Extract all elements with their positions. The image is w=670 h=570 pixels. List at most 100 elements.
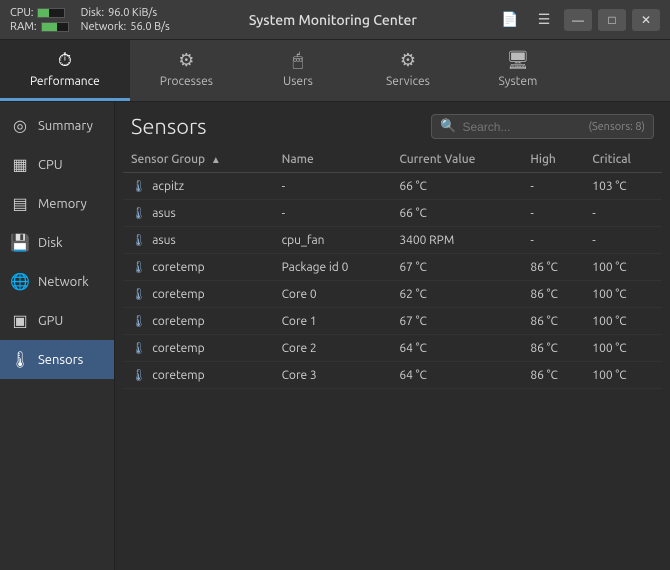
services-tab-icon: ⚙ <box>400 50 416 71</box>
sensor-row-icon: 🌡 <box>131 179 146 193</box>
sidebar-item-disk[interactable]: 💾 Disk <box>0 223 114 262</box>
sidebar-item-summary[interactable]: ◎ Summary <box>0 106 114 145</box>
cell-current: 64 °C <box>391 362 522 389</box>
network-value: 56.0 B/s <box>130 21 169 33</box>
gpu-icon: ▣ <box>10 311 30 330</box>
table-row: 🌡 asus cpu_fan 3400 RPM - - <box>123 227 662 254</box>
performance-tab-icon: ⏱ <box>58 50 72 71</box>
menu-icon-btn[interactable]: ☰ <box>530 9 558 31</box>
processes-tab-label: Processes <box>160 75 213 88</box>
cell-name: - <box>274 173 392 200</box>
table-row: 🌡 acpitz - 66 °C - 103 °C <box>123 173 662 200</box>
cell-group: 🌡 coretemp <box>123 362 274 389</box>
content-header: Sensors 🔍 (Sensors: 8) <box>115 102 670 147</box>
cell-group-name: coretemp <box>152 315 204 328</box>
cell-current: 67 °C <box>391 254 522 281</box>
cell-critical: 100 °C <box>584 362 662 389</box>
table-row: 🌡 coretemp Core 3 64 °C 86 °C 100 °C <box>123 362 662 389</box>
cell-high: 86 °C <box>522 281 584 308</box>
sensor-row-icon: 🌡 <box>131 206 146 220</box>
tab-system[interactable]: 🖥 System <box>463 40 573 101</box>
memory-icon: ▤ <box>10 194 30 213</box>
sidebar-label-summary: Summary <box>38 119 93 133</box>
sidebar-label-network: Network <box>38 275 89 289</box>
file-icon-btn[interactable]: 📄 <box>496 9 524 31</box>
cell-critical: - <box>584 200 662 227</box>
close-button[interactable]: ✕ <box>632 9 660 31</box>
sidebar-item-gpu[interactable]: ▣ GPU <box>0 301 114 340</box>
sidebar-item-network[interactable]: 🌐 Network <box>0 262 114 301</box>
disk-label: Disk: <box>81 7 105 19</box>
table-row: 🌡 coretemp Core 1 67 °C 86 °C 100 °C <box>123 308 662 335</box>
network-label: Network: <box>81 21 127 33</box>
cell-name: Core 3 <box>274 362 392 389</box>
system-tab-label: System <box>499 75 538 88</box>
cell-critical: 100 °C <box>584 308 662 335</box>
users-tab-label: Users <box>283 75 313 88</box>
sensor-row-icon: 🌡 <box>131 368 146 382</box>
disk-icon: 💾 <box>10 233 30 252</box>
cell-current: 66 °C <box>391 200 522 227</box>
col-critical: Critical <box>584 147 662 173</box>
table-header-row: Sensor Group ▲ Name Current Value High C… <box>123 147 662 173</box>
tab-services[interactable]: ⚙ Services <box>353 40 463 101</box>
disk-net-info: Disk: 96.0 KiB/s Network: 56.0 B/s <box>81 7 170 33</box>
maximize-button[interactable]: □ <box>598 9 626 31</box>
processes-tab-icon: ⚙ <box>178 50 194 71</box>
disk-value: 96.0 KiB/s <box>108 7 157 19</box>
col-sensor-group[interactable]: Sensor Group ▲ <box>123 147 274 173</box>
tab-performance[interactable]: ⏱ Performance <box>0 40 130 101</box>
sidebar-label-gpu: GPU <box>38 314 63 328</box>
cell-high: 86 °C <box>522 335 584 362</box>
cell-group-name: coretemp <box>152 261 204 274</box>
cell-critical: 103 °C <box>584 173 662 200</box>
cell-group: 🌡 coretemp <box>123 308 274 335</box>
cell-high: 86 °C <box>522 362 584 389</box>
cell-name: Core 1 <box>274 308 392 335</box>
users-tab-icon: 🖱 <box>293 50 304 71</box>
cell-current: 67 °C <box>391 308 522 335</box>
sidebar-item-cpu[interactable]: ▦ CPU <box>0 145 114 184</box>
cpu-ram-info: CPU: RAM: <box>10 7 69 33</box>
sidebar-item-memory[interactable]: ▤ Memory <box>0 184 114 223</box>
cell-critical: 100 °C <box>584 335 662 362</box>
sidebar-label-sensors: Sensors <box>38 353 83 367</box>
table-row: 🌡 coretemp Package id 0 67 °C 86 °C 100 … <box>123 254 662 281</box>
cell-group-name: asus <box>152 207 175 220</box>
cpu-indicator <box>37 8 65 18</box>
sensor-row-icon: 🌡 <box>131 314 146 328</box>
sidebar-label-disk: Disk <box>38 236 63 250</box>
cell-group: 🌡 coretemp <box>123 335 274 362</box>
tab-processes[interactable]: ⚙ Processes <box>130 40 243 101</box>
tab-users[interactable]: 🖱 Users <box>243 40 353 101</box>
cell-group-name: coretemp <box>152 369 204 382</box>
cell-group: 🌡 coretemp <box>123 254 274 281</box>
cell-critical: 100 °C <box>584 281 662 308</box>
cell-critical: - <box>584 227 662 254</box>
network-info-row: Network: 56.0 B/s <box>81 21 170 33</box>
table-row: 🌡 coretemp Core 0 62 °C 86 °C 100 °C <box>123 281 662 308</box>
window-controls: 📄 ☰ — □ ✕ <box>496 9 660 31</box>
sensors-icon: 🌡 <box>10 350 30 369</box>
cell-high: - <box>522 227 584 254</box>
ram-indicator <box>41 22 69 32</box>
search-input[interactable] <box>462 120 582 134</box>
sensor-row-icon: 🌡 <box>131 233 146 247</box>
cell-name: - <box>274 200 392 227</box>
cpu-fill <box>38 9 48 17</box>
col-current-value: Current Value <box>391 147 522 173</box>
cell-group: 🌡 acpitz <box>123 173 274 200</box>
services-tab-label: Services <box>386 75 430 88</box>
sort-arrow-icon: ▲ <box>211 154 221 165</box>
search-bar[interactable]: 🔍 (Sensors: 8) <box>431 114 654 139</box>
cell-current: 62 °C <box>391 281 522 308</box>
col-name: Name <box>274 147 392 173</box>
table-container[interactable]: Sensor Group ▲ Name Current Value High C… <box>115 147 670 570</box>
system-tab-icon: 🖥 <box>507 50 530 71</box>
minimize-button[interactable]: — <box>564 9 592 31</box>
cell-name: Core 0 <box>274 281 392 308</box>
sidebar-item-sensors[interactable]: 🌡 Sensors <box>0 340 114 379</box>
ram-info-row: RAM: <box>10 21 69 33</box>
sidebar-label-memory: Memory <box>38 197 87 211</box>
table-row: 🌡 asus - 66 °C - - <box>123 200 662 227</box>
